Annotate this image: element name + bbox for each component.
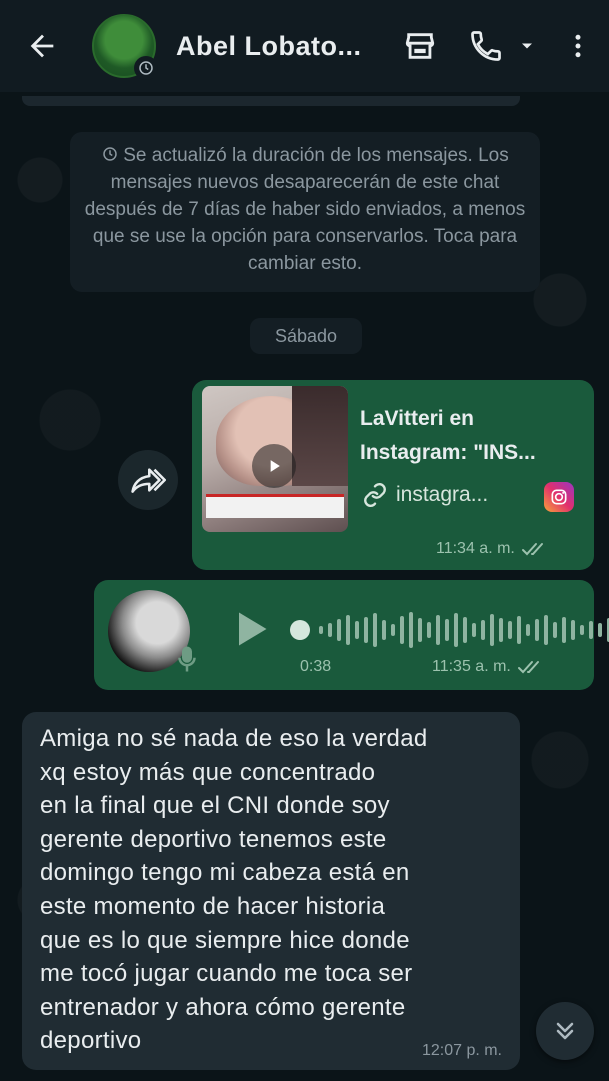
more-vert-icon bbox=[575, 34, 581, 58]
waveform-bar bbox=[598, 623, 602, 637]
link-title[interactable]: LaVitteri en Instagram: "INS... bbox=[360, 402, 580, 470]
double-chevron-down-icon bbox=[556, 1022, 574, 1040]
waveform-bar bbox=[373, 613, 377, 647]
waveform-bar bbox=[346, 615, 350, 645]
video-play-button[interactable] bbox=[252, 444, 296, 488]
voice-duration-wrapper: 0:38 bbox=[300, 658, 331, 676]
voice-duration: 0:38 bbox=[300, 658, 332, 675]
waveform-bar bbox=[526, 624, 530, 636]
chevron-down-icon bbox=[522, 43, 532, 49]
play-icon bbox=[270, 460, 280, 472]
more-options-button[interactable] bbox=[558, 21, 598, 71]
playback-position-dot[interactable] bbox=[290, 620, 310, 640]
thumbnail-caption-band bbox=[206, 494, 344, 518]
link-icon bbox=[364, 482, 386, 508]
date-separator: Sábado bbox=[250, 318, 362, 354]
message-time: 11:34 a. m. bbox=[436, 540, 515, 557]
forward-icon bbox=[131, 468, 166, 493]
waveform-bar bbox=[454, 613, 458, 647]
waveform-bar bbox=[337, 619, 341, 641]
waveform-bar bbox=[472, 623, 476, 637]
message-meta: 11:34 a. m. bbox=[436, 540, 549, 558]
waveform-bar bbox=[535, 619, 539, 641]
back-button[interactable] bbox=[12, 16, 72, 76]
waveform-bar bbox=[499, 618, 503, 642]
voice-message-bubble[interactable]: 0:38 11:35 a. m. bbox=[94, 580, 609, 690]
link-preview-thumbnail[interactable] bbox=[202, 386, 348, 532]
waveform-bar bbox=[427, 622, 431, 638]
notice-text: Se actualizó la duración de los mensajes… bbox=[84, 145, 526, 274]
waveform-bar bbox=[571, 620, 575, 640]
instagram-icon bbox=[544, 482, 574, 512]
waveform-bar bbox=[400, 616, 404, 644]
scroll-to-bottom-button[interactable] bbox=[536, 1002, 594, 1060]
link-message-bubble[interactable]: LaVitteri en Instagram: "INS... instagra… bbox=[192, 380, 594, 570]
thumbnail-image-detail bbox=[292, 386, 348, 486]
waveform-bar bbox=[589, 621, 593, 639]
read-double-check-icon bbox=[521, 543, 543, 556]
waveform-bar bbox=[580, 625, 584, 635]
waveform-bar bbox=[355, 621, 359, 639]
contact-avatar[interactable] bbox=[92, 14, 158, 80]
back-arrow-icon bbox=[30, 34, 54, 58]
waveform-bar bbox=[409, 612, 413, 648]
waveform-bar bbox=[544, 615, 548, 645]
waveform-bar bbox=[553, 622, 557, 638]
read-double-check-icon bbox=[517, 661, 539, 674]
incoming-message-bubble[interactable]: Amiga no sé nada de eso la verdad xq est… bbox=[22, 712, 520, 1070]
disappearing-messages-notice[interactable]: Se actualizó la duración de los mensajes… bbox=[70, 132, 540, 292]
waveform-bar bbox=[508, 621, 512, 639]
waveform-bar bbox=[463, 617, 467, 643]
waveform-bar bbox=[517, 616, 521, 644]
previous-bubble-edge bbox=[22, 96, 520, 106]
waveform-bar bbox=[562, 617, 566, 643]
call-button[interactable] bbox=[458, 21, 514, 71]
message-meta: 11:35 a. m. bbox=[432, 658, 545, 676]
waveform-bar bbox=[364, 617, 368, 643]
timer-icon bbox=[103, 147, 117, 161]
header-actions bbox=[396, 21, 598, 71]
store-button[interactable] bbox=[396, 21, 444, 71]
voice-waveform[interactable] bbox=[290, 608, 609, 652]
waveform-bar bbox=[490, 614, 494, 646]
timer-icon bbox=[134, 56, 158, 80]
waveform-bar bbox=[418, 618, 422, 642]
call-options-dropdown[interactable] bbox=[514, 21, 540, 71]
waveform-bar bbox=[328, 623, 332, 637]
forward-button[interactable] bbox=[118, 450, 178, 510]
waveform-bar bbox=[319, 626, 323, 634]
play-icon[interactable] bbox=[228, 606, 272, 652]
message-time: 11:35 a. m. bbox=[432, 658, 511, 675]
message-time: 12:07 p. m. bbox=[421, 1042, 502, 1059]
link-domain: instagra... bbox=[396, 483, 489, 506]
phone-icon bbox=[471, 31, 501, 61]
link-domain-row[interactable]: instagra... bbox=[362, 482, 488, 508]
waveform-bar bbox=[382, 620, 386, 640]
chat-header: Abel Lobato... bbox=[0, 0, 609, 92]
contact-name[interactable]: Abel Lobato... bbox=[176, 31, 376, 62]
microphone-icon bbox=[178, 646, 196, 672]
waveform-bar bbox=[391, 624, 395, 636]
waveform-bar bbox=[445, 619, 449, 641]
store-icon bbox=[405, 33, 435, 59]
waveform-bar bbox=[436, 615, 440, 645]
message-text: Amiga no sé nada de eso la verdad xq est… bbox=[40, 725, 428, 1055]
waveform-bar bbox=[481, 620, 485, 640]
